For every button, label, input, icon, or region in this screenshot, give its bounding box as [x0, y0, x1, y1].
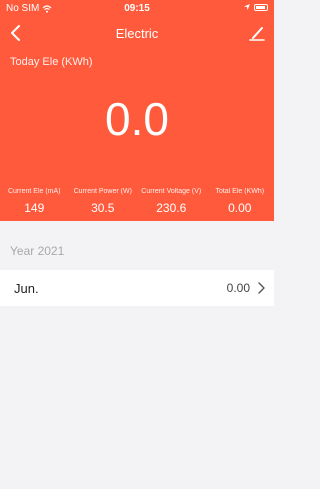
stat-label: Current Voltage (V) — [141, 188, 202, 195]
chevron-right-icon — [258, 282, 265, 294]
stat-label: Current Ele (mA) — [7, 188, 61, 195]
stat-value: 0.00 — [228, 201, 252, 215]
stat-current-power: Current Power (W) 30.5 — [69, 188, 138, 215]
status-right — [243, 3, 268, 11]
today-ele-label: Today Ele (KWh) — [10, 56, 93, 68]
status-time: 09:15 — [124, 3, 150, 14]
edit-icon[interactable] — [246, 22, 268, 44]
stat-current-voltage: Current Voltage (V) 230.6 — [137, 188, 206, 215]
energy-summary: Today Ele (KWh) 0.0 Current Ele (mA) 149… — [0, 48, 274, 221]
stat-current-ele: Current Ele (mA) 149 — [0, 188, 69, 215]
page-title: Electric — [115, 26, 159, 41]
location-icon — [244, 4, 250, 10]
year-header: Year 2021 — [10, 244, 65, 258]
stat-value: 149 — [24, 201, 45, 215]
status-bar: No SIM 09:15 — [0, 0, 274, 18]
list-item[interactable]: Jun. 0.00 — [0, 270, 274, 306]
stats-row: Current Ele (mA) 149 Current Power (W) 3… — [0, 188, 274, 215]
nav-bar: Electric — [0, 18, 274, 48]
battery-icon — [254, 3, 268, 11]
stat-label: Current Power (W) — [73, 188, 132, 195]
month-label: Jun. — [14, 281, 39, 296]
stat-value: 30.5 — [91, 201, 115, 215]
stat-total-ele: Total Ele (KWh) 0.00 — [206, 188, 275, 215]
month-value: 0.00 — [226, 281, 250, 295]
today-ele-value: 0.0 — [105, 93, 169, 145]
stat-label: Total Ele (KWh) — [215, 188, 265, 195]
stat-value: 230.6 — [156, 201, 187, 215]
